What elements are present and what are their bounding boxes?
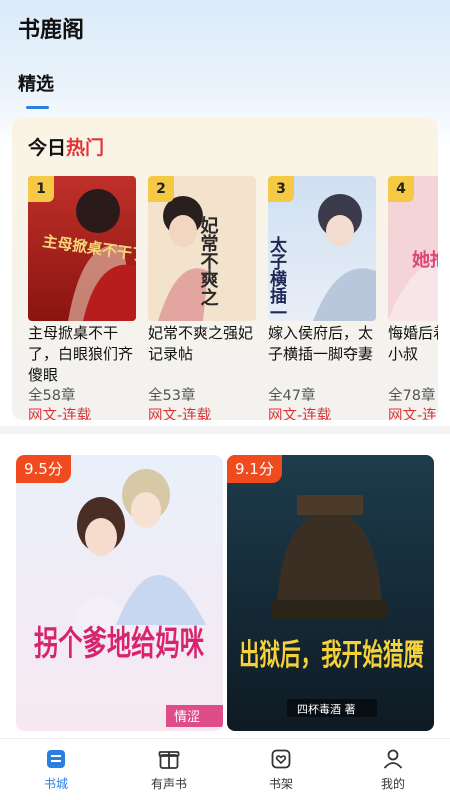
book-title-2: 妃常不爽之强妃记录帖 — [148, 324, 254, 363]
nav-label-bookstore: 书城 — [43, 777, 68, 791]
book-category-3: 网文-连载 — [268, 408, 332, 420]
book-title-3: 嫁入侯府后，太子横插一脚夺妻 — [268, 324, 374, 363]
bookshelf-heart-icon — [271, 749, 291, 769]
today-hot-section: 今日热门 主母掀桌不干了 1 主母掀桌不干了，白眼狼们齐傻眼 全58章 网文-连… — [12, 118, 438, 420]
tab-featured[interactable]: 精选 — [18, 70, 54, 96]
book-card-1[interactable]: 主母掀桌不干了 1 主母掀桌不干了，白眼狼们齐傻眼 全58章 网文-连载 — [28, 176, 136, 420]
nav-audiobooks[interactable]: 有声书 — [129, 747, 209, 792]
featured-cover-title-1: 拐个爹地给妈咪 — [34, 624, 204, 664]
featured-cover-title-2: 出狱后，我开始猎赝 — [239, 638, 424, 673]
section-divider — [0, 426, 450, 434]
book-cover-3[interactable]: 太子横插一脚夺妻 3 — [268, 176, 376, 321]
score-badge-1: 9.5分 — [16, 455, 71, 483]
book-title-1: 主母掀桌不干了，白眼狼们齐傻眼 — [28, 324, 134, 384]
book-cover-1[interactable]: 主母掀桌不干了 1 — [28, 176, 136, 321]
featured-author-1: 情涩 — [174, 710, 200, 725]
book-category-1: 网文-连载 — [28, 408, 92, 420]
gift-box-icon — [158, 751, 180, 769]
book-card-3[interactable]: 太子横插一脚夺妻 3 嫁入侯府后，太子横插一脚夺妻 全47章 网文-连载 — [268, 176, 376, 420]
rank-badge-4: 4 — [388, 176, 414, 202]
rank-badge-2: 2 — [148, 176, 174, 202]
featured-cover-1: 拐个爹地给妈咪 情涩 — [16, 455, 223, 731]
section-title-part1: 今日 — [28, 137, 67, 159]
cover-title-3: 太子横插一脚夺妻 — [268, 235, 288, 321]
score-badge-2: 9.1分 — [227, 455, 282, 483]
book-category-4: 网文-连载 — [388, 408, 438, 420]
cover-title-4: 她抱渣男 — [412, 249, 438, 271]
nav-profile[interactable]: 我的 — [353, 747, 433, 792]
featured-author-2: 四杯毒酒 著 — [297, 702, 356, 716]
section-title: 今日热门 — [28, 133, 104, 160]
book-chapters-3: 全47章 — [268, 388, 316, 404]
rank-badge-3: 3 — [268, 176, 294, 202]
nav-label-audiobooks: 有声书 — [150, 777, 187, 791]
rank-badge-1: 1 — [28, 176, 54, 202]
nav-label-profile: 我的 — [380, 777, 405, 791]
book-category-2: 网文-连载 — [148, 408, 212, 420]
app-title: 书鹿阁 — [18, 18, 85, 43]
nav-bookstore[interactable]: 书城 — [16, 747, 96, 792]
nav-bookshelf[interactable]: 书架 — [241, 747, 321, 792]
book-cover-4[interactable]: 她抱渣男 4 — [388, 176, 438, 321]
featured-book-1[interactable]: 拐个爹地给妈咪 情涩 9.5分 — [16, 455, 223, 731]
featured-cover-2: 出狱后，我开始猎赝 四杯毒酒 著 — [227, 455, 434, 731]
featured-book-2[interactable]: 出狱后，我开始猎赝 四杯毒酒 著 9.1分 — [227, 455, 434, 731]
book-chapters-2: 全53章 — [148, 388, 196, 404]
nav-label-bookshelf: 书架 — [268, 777, 293, 791]
book-chapters-4: 全78章 — [388, 388, 436, 404]
tab-underline — [26, 106, 49, 109]
book-title-4: 悔婚后着孕肚男小叔 — [388, 324, 438, 363]
book-card-4[interactable]: 她抱渣男 4 悔婚后着孕肚男小叔 全78章 网文-连载 — [388, 176, 438, 420]
book-card-2[interactable]: 妃常不爽之 2 妃常不爽之强妃记录帖 全53章 网文-连载 — [148, 176, 256, 420]
bottom-navigation: 书城 有声书 书架 我的 — [0, 738, 450, 800]
book-cover-2[interactable]: 妃常不爽之 2 — [148, 176, 256, 321]
user-icon — [383, 749, 403, 769]
book-chapters-1: 全58章 — [28, 388, 76, 404]
cover-title-2: 妃常不爽之 — [198, 215, 219, 306]
section-title-part2: 热门 — [66, 137, 105, 159]
bookstore-icon — [47, 750, 65, 768]
